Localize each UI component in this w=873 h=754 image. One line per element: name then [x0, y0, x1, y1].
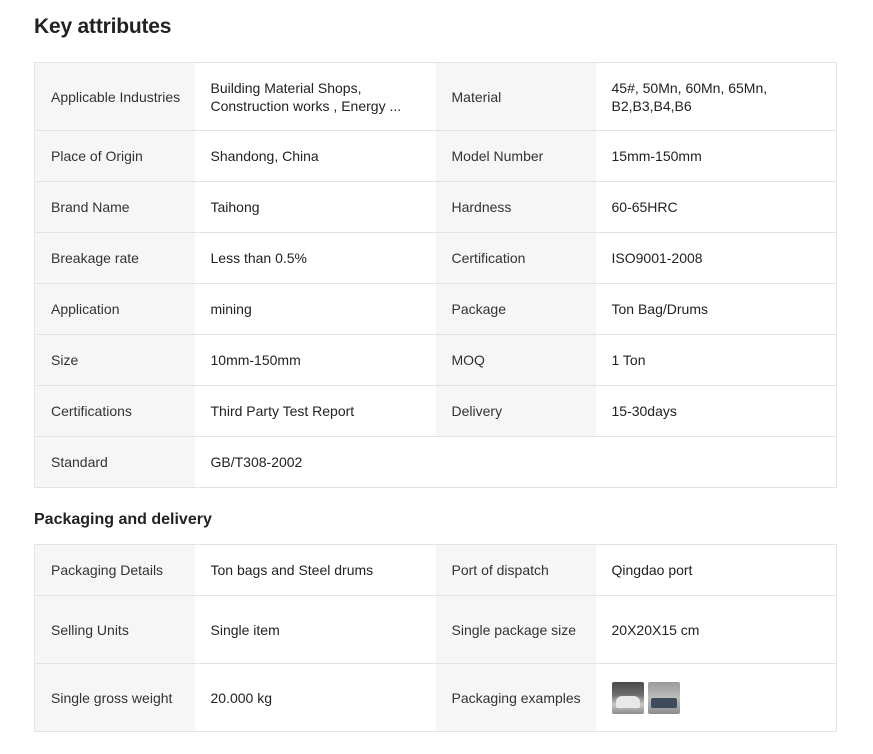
attribute-row: Certifications Third Party Test Report D… — [34, 385, 837, 437]
attribute-value: 45#, 50Mn, 60Mn, 65Mn, B2,B3,B4,B6 — [595, 62, 837, 131]
attribute-value: GB/T308-2002 — [194, 436, 436, 488]
attribute-value: 20.000 kg — [194, 663, 436, 732]
attribute-value: 15-30days — [595, 385, 837, 437]
attribute-value: Single item — [194, 595, 436, 664]
empty-cell — [595, 436, 837, 488]
empty-cell — [435, 436, 596, 488]
attribute-label: Place of Origin — [34, 130, 195, 182]
packaging-example-thumbnail[interactable] — [611, 681, 644, 714]
attribute-label: Certifications — [34, 385, 195, 437]
attribute-row: Single gross weight 20.000 kg Packaging … — [34, 663, 837, 732]
attribute-label: Brand Name — [34, 181, 195, 233]
attribute-value: Qingdao port — [595, 544, 837, 596]
attribute-value: Shandong, China — [194, 130, 436, 182]
attribute-label: Size — [34, 334, 195, 386]
key-attributes-title: Key attributes — [34, 15, 172, 38]
attribute-value: ISO9001-2008 — [595, 232, 837, 284]
attribute-value: Building Material Shops, Construction wo… — [194, 62, 436, 131]
attribute-label: Port of dispatch — [435, 544, 596, 596]
attribute-label: Hardness — [435, 181, 596, 233]
attribute-label: Selling Units — [34, 595, 195, 664]
attribute-value: mining — [194, 283, 436, 335]
attribute-label: Breakage rate — [34, 232, 195, 284]
attribute-label: Single package size — [435, 595, 596, 664]
attribute-row: Size 10mm-150mm MOQ 1 Ton — [34, 334, 837, 386]
attribute-value: Ton bags and Steel drums — [194, 544, 436, 596]
attribute-row: Packaging Details Ton bags and Steel dru… — [34, 544, 837, 596]
attribute-label: Material — [435, 62, 596, 131]
attribute-row: Selling Units Single item Single package… — [34, 595, 837, 664]
attribute-row: Breakage rate Less than 0.5% Certificati… — [34, 232, 837, 284]
packaging-delivery-title: Packaging and delivery — [34, 511, 212, 528]
attribute-row: Brand Name Taihong Hardness 60-65HRC — [34, 181, 837, 233]
attribute-row: Application mining Package Ton Bag/Drums — [34, 283, 837, 335]
attribute-value: Ton Bag/Drums — [595, 283, 837, 335]
attribute-value: Taihong — [194, 181, 436, 233]
attribute-value: 15mm-150mm — [595, 130, 837, 182]
attribute-label: Delivery — [435, 385, 596, 437]
packaging-examples-cell — [595, 663, 837, 732]
attribute-value: Less than 0.5% — [194, 232, 436, 284]
attribute-label: Standard — [34, 436, 195, 488]
attribute-value: 60-65HRC — [595, 181, 837, 233]
key-attributes-table: Applicable Industries Building Material … — [34, 62, 837, 488]
attribute-label: Model Number — [435, 130, 596, 182]
attribute-label: Packaging examples — [435, 663, 596, 732]
attribute-row: Place of Origin Shandong, China Model Nu… — [34, 130, 837, 182]
attribute-label: Single gross weight — [34, 663, 195, 732]
attribute-value: 20X20X15 cm — [595, 595, 837, 664]
attribute-label: Package — [435, 283, 596, 335]
attribute-label: Application — [34, 283, 195, 335]
packaging-example-thumbnail[interactable] — [647, 681, 680, 714]
attribute-label: Applicable Industries — [34, 62, 195, 131]
attribute-label: Packaging Details — [34, 544, 195, 596]
attribute-value: 1 Ton — [595, 334, 837, 386]
attribute-row: Standard GB/T308-2002 — [34, 436, 837, 488]
attribute-label: MOQ — [435, 334, 596, 386]
attribute-row: Applicable Industries Building Material … — [34, 62, 837, 131]
attribute-value: 10mm-150mm — [194, 334, 436, 386]
packaging-delivery-table: Packaging Details Ton bags and Steel dru… — [34, 544, 837, 732]
attribute-value: Third Party Test Report — [194, 385, 436, 437]
attribute-label: Certification — [435, 232, 596, 284]
